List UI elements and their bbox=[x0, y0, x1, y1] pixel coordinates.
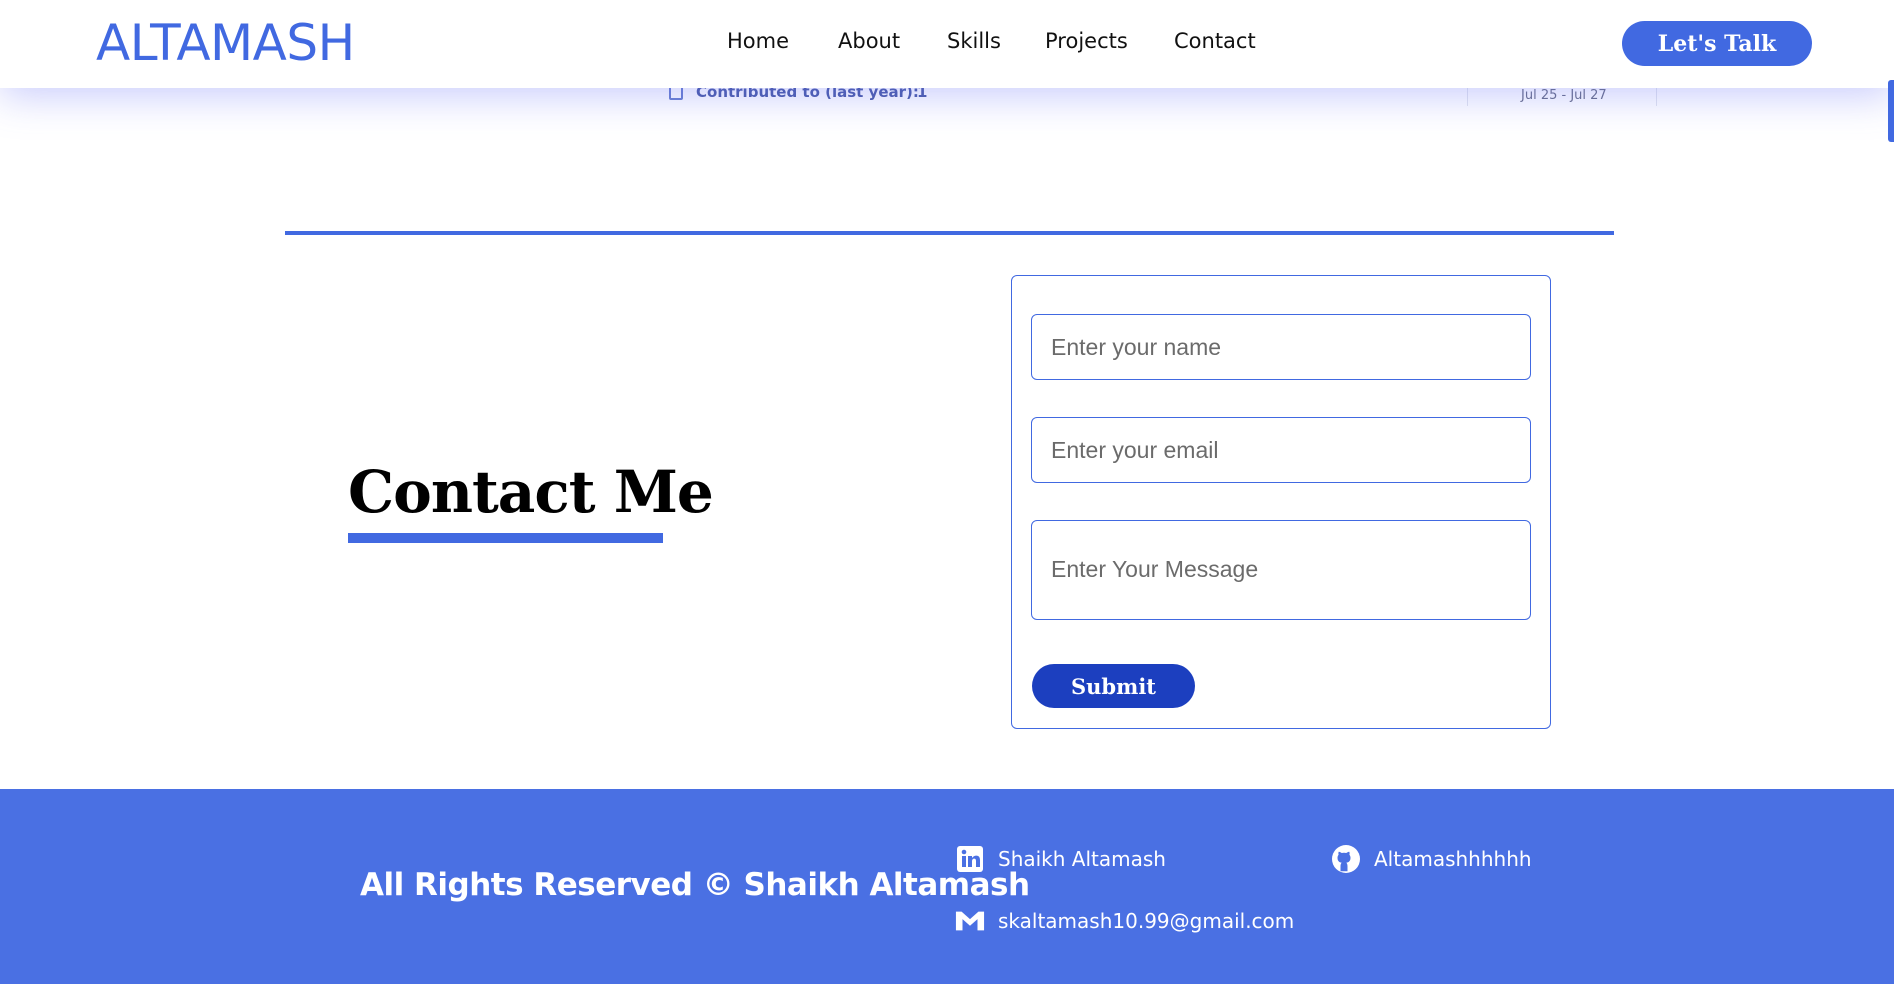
nav-contact[interactable]: Contact bbox=[1174, 29, 1256, 53]
github-label: Altamashhhhhh bbox=[1374, 847, 1532, 871]
email-label: skaltamash10.99@gmail.com bbox=[998, 909, 1295, 933]
title-underline bbox=[348, 533, 663, 543]
site-header: ALTAMASH Home About Skills Projects Cont… bbox=[0, 0, 1894, 88]
contact-form: Submit bbox=[1011, 275, 1551, 729]
date-range: Jul 25 - Jul 27 bbox=[1521, 88, 1607, 103]
section-divider bbox=[285, 231, 1614, 235]
github-icon bbox=[1331, 844, 1361, 874]
linkedin-icon bbox=[955, 844, 985, 874]
nav-skills[interactable]: Skills bbox=[947, 29, 1001, 53]
site-footer: All Rights Reserved © Shaikh Altamash Sh… bbox=[0, 789, 1894, 984]
nav-about[interactable]: About bbox=[838, 29, 900, 53]
copyright-text: All Rights Reserved © Shaikh Altamash bbox=[360, 867, 1030, 903]
message-field[interactable] bbox=[1031, 520, 1531, 620]
email-link[interactable]: skaltamash10.99@gmail.com bbox=[955, 906, 1294, 936]
email-field[interactable] bbox=[1031, 417, 1531, 483]
name-field[interactable] bbox=[1031, 314, 1531, 380]
brand-logo[interactable]: ALTAMASH bbox=[96, 14, 355, 72]
contact-title: Contact Me bbox=[348, 458, 714, 526]
linkedin-link[interactable]: Shaikh Altamash bbox=[955, 844, 1166, 874]
github-link[interactable]: Altamashhhhhh bbox=[1331, 844, 1532, 874]
submit-button[interactable]: Submit bbox=[1032, 664, 1195, 708]
lets-talk-button[interactable]: Let's Talk bbox=[1622, 21, 1812, 66]
monitor-icon bbox=[669, 86, 683, 100]
scrollbar-thumb[interactable] bbox=[1888, 80, 1894, 142]
linkedin-label: Shaikh Altamash bbox=[998, 847, 1166, 871]
mail-icon bbox=[955, 906, 985, 936]
nav-home[interactable]: Home bbox=[727, 29, 789, 53]
nav-projects[interactable]: Projects bbox=[1045, 29, 1128, 53]
